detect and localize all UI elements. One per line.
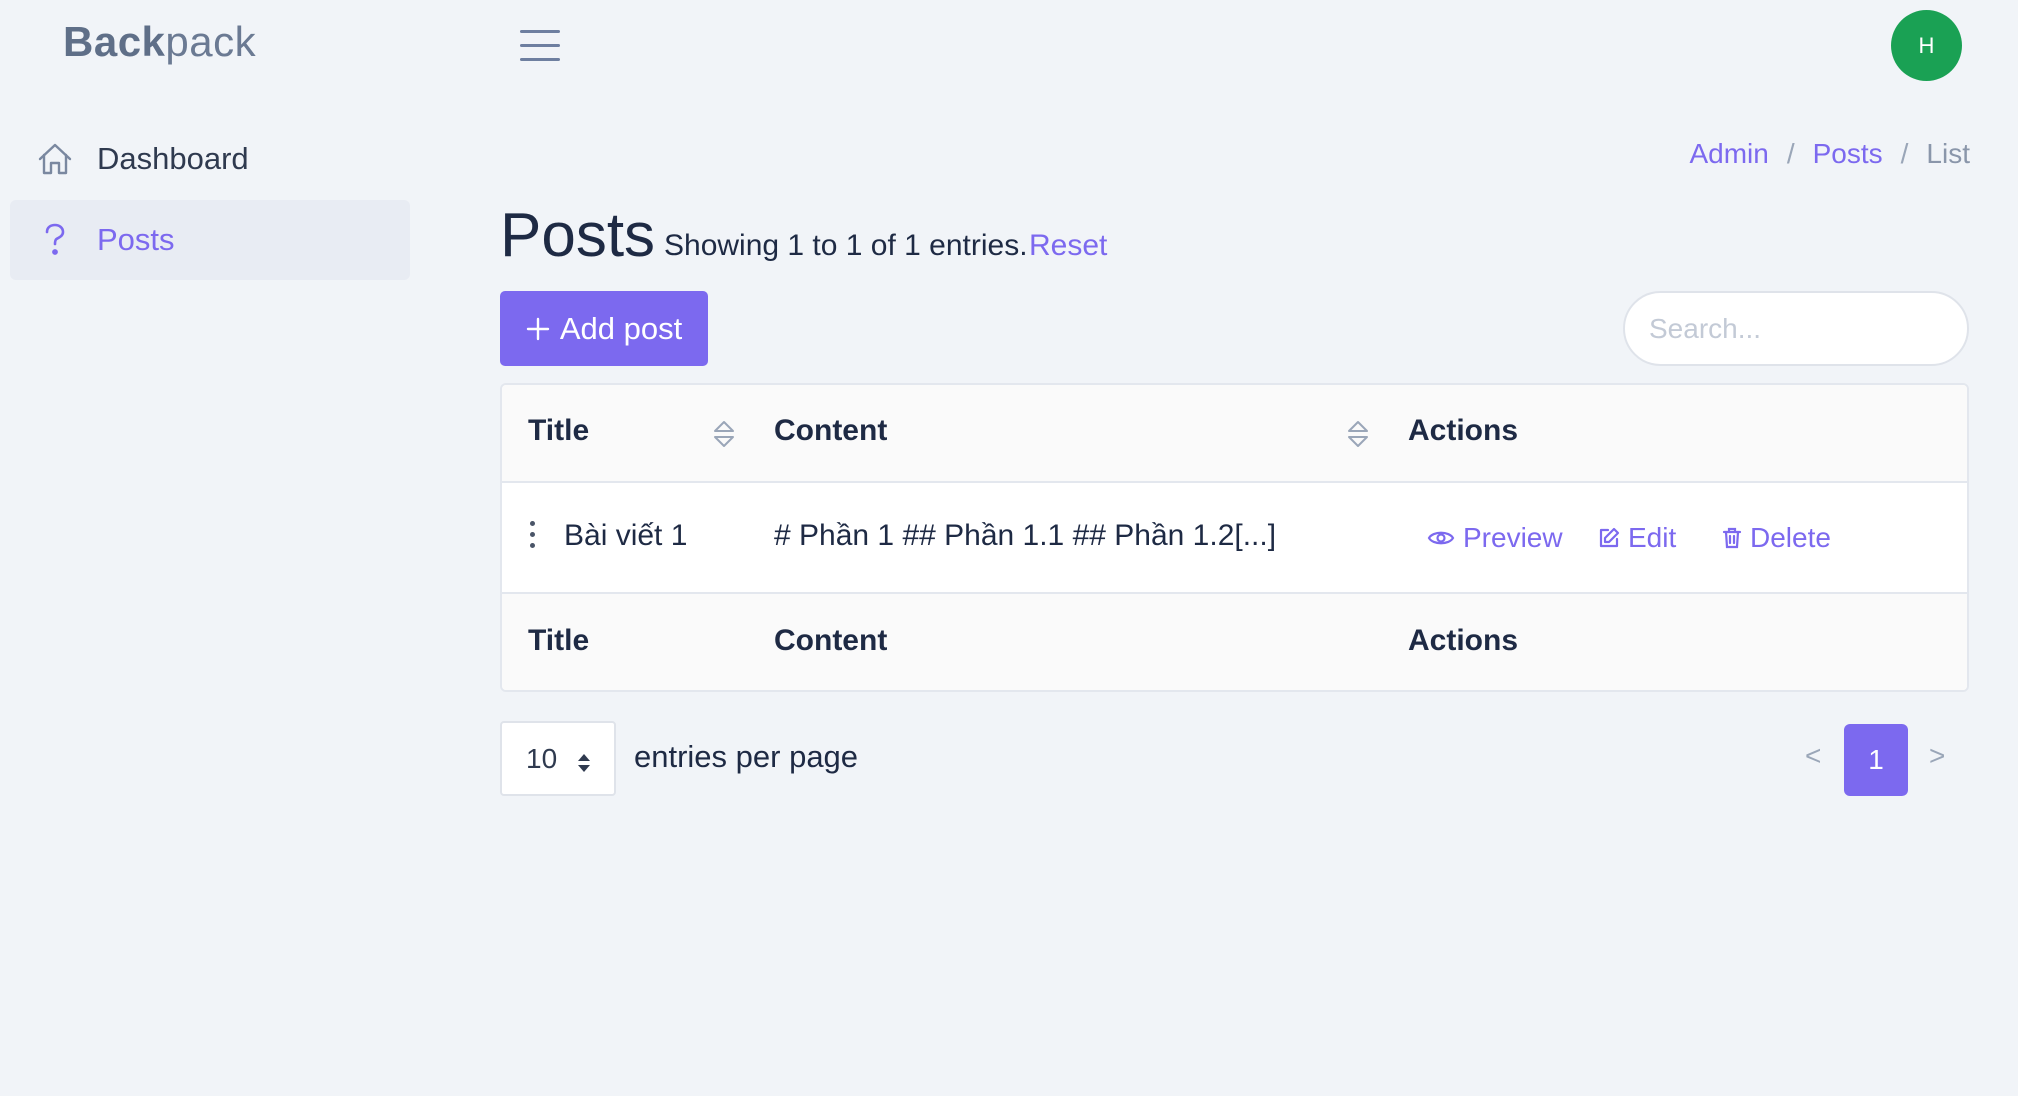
table-header: Title Content Actions (502, 385, 1967, 483)
breadcrumb-posts[interactable]: Posts (1813, 138, 1883, 170)
user-avatar[interactable]: H (1891, 10, 1962, 81)
breadcrumb: Admin / Posts / List (1689, 138, 1970, 170)
sort-icon[interactable] (712, 419, 736, 449)
column-header-actions: Actions (1408, 414, 1519, 447)
row-details-icon[interactable] (528, 521, 536, 551)
add-post-label: Add post (559, 310, 683, 346)
page-title: Posts (500, 201, 656, 270)
column-header-title[interactable]: Title (528, 414, 589, 448)
pagination-prev[interactable]: < (1805, 740, 1821, 772)
table-row: Bài viết 1 # Phần 1 ## Phần 1.1 ## Phần … (502, 483, 1967, 594)
column-header-content[interactable]: Content (774, 414, 887, 448)
search-input[interactable] (1623, 291, 1969, 366)
sidebar-item-label: Dashboard (97, 141, 249, 176)
edit-label: Edit (1628, 522, 1677, 553)
per-page-value: 10 (526, 742, 558, 774)
cell-title: Bài viết 1 (564, 519, 688, 552)
brand-logo-light: pack (165, 18, 257, 65)
entries-summary: Showing 1 to 1 of 1 entries. (664, 229, 1028, 262)
per-page-label: entries per page (634, 739, 859, 774)
chevron-updown-icon (576, 749, 592, 781)
pagination-next[interactable]: > (1929, 740, 1945, 772)
trash-icon (1722, 527, 1742, 549)
brand-logo-bold: Back (63, 18, 166, 65)
table-footer: Title Content Actions (502, 594, 1967, 690)
reset-link[interactable]: Reset (1029, 229, 1107, 263)
sort-icon[interactable] (1346, 419, 1370, 449)
breadcrumb-list: List (1926, 138, 1970, 169)
sidebar-item-dashboard[interactable]: Dashboard (10, 119, 410, 199)
eye-icon (1427, 531, 1455, 545)
menu-toggle-icon[interactable] (520, 30, 560, 62)
sidebar-item-posts[interactable]: Posts (10, 200, 410, 280)
top-bar: Backpack H (0, 0, 2018, 90)
brand-logo[interactable]: Backpack (63, 18, 256, 66)
per-page-select[interactable]: 10 (500, 721, 616, 796)
footer-header-actions: Actions (1408, 624, 1519, 657)
sidebar-item-label: Posts (97, 222, 175, 257)
edit-button[interactable]: Edit (1598, 522, 1676, 554)
posts-table: Title Content Actions Bài viết 1 # Phần … (500, 383, 1969, 692)
footer-header-title: Title (528, 624, 590, 657)
pagination-page-1[interactable]: 1 (1844, 724, 1908, 796)
edit-icon (1599, 527, 1620, 548)
delete-button[interactable]: Delete (1722, 522, 1831, 554)
footer-header-content: Content (774, 624, 888, 657)
preview-label: Preview (1463, 522, 1563, 553)
delete-label: Delete (1750, 522, 1831, 553)
plus-icon (526, 311, 550, 347)
breadcrumb-separator: / (1900, 138, 1909, 169)
breadcrumb-separator: / (1786, 138, 1795, 169)
home-icon (35, 139, 75, 179)
breadcrumb-admin[interactable]: Admin (1689, 138, 1768, 170)
question-icon (35, 220, 75, 260)
preview-button[interactable]: Preview (1427, 522, 1563, 554)
add-post-button[interactable]: Add post (500, 291, 708, 366)
cell-content: # Phần 1 ## Phần 1.1 ## Phần 1.2[...] (774, 519, 1277, 552)
